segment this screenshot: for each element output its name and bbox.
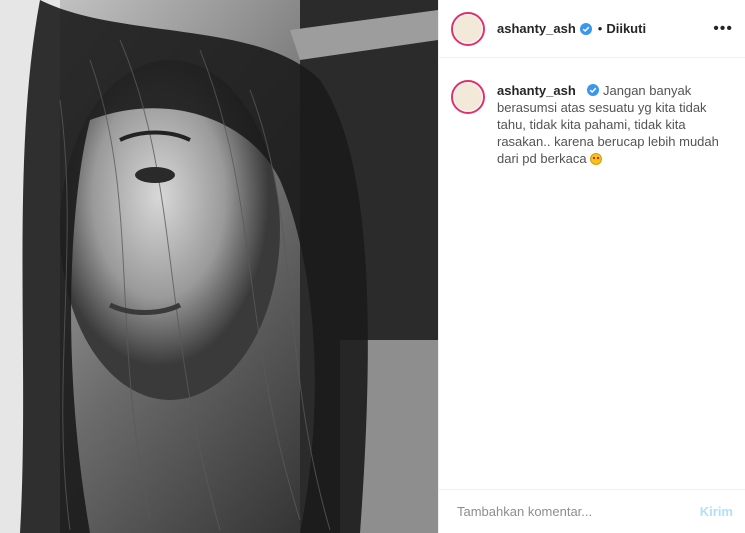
post-sidebar: ashanty_ash • Diikuti ••• ashanty_ash Ja… [438,0,745,533]
avatar-image [454,14,482,43]
bw-portrait-image [0,0,438,533]
follow-status-button[interactable]: Diikuti [606,21,646,36]
post-comment-button[interactable]: Kirim [700,504,733,519]
post-photo[interactable] [0,0,438,533]
verified-badge-icon [587,84,600,96]
avatar-image [454,83,482,111]
header-username[interactable]: ashanty_ash [497,21,576,36]
caption-text: ashanty_ash Jangan banyak berasumsi atas… [497,82,733,167]
separator-dot: • [597,21,603,36]
comment-bar: Kirim [439,489,745,533]
more-horizontal-icon[interactable]: ••• [713,20,733,38]
caption-avatar[interactable] [451,80,485,114]
caption: ashanty_ash Jangan banyak berasumsi atas… [439,58,745,167]
caption-username[interactable]: ashanty_ash [497,83,576,98]
heart-eyes-emoji-icon [590,153,603,165]
instagram-post: ashanty_ash • Diikuti ••• ashanty_ash Ja… [0,0,745,533]
verified-badge-icon [579,22,592,35]
comment-input[interactable] [455,503,700,520]
profile-avatar[interactable] [451,11,485,46]
post-header: ashanty_ash • Diikuti ••• [439,0,745,58]
